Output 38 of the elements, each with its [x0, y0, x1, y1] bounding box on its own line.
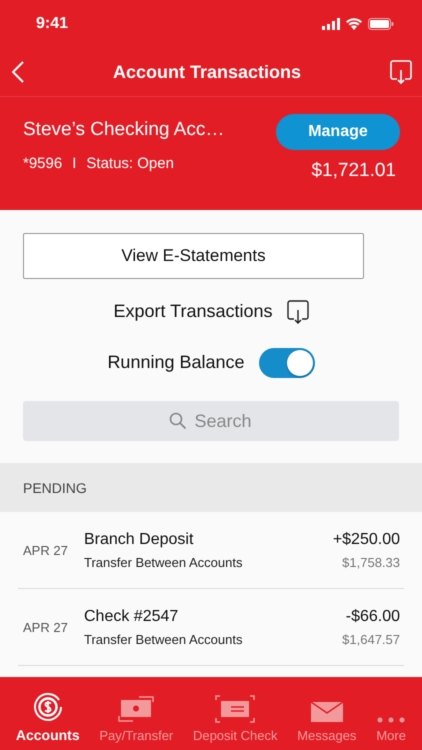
- section-header: PENDING: [0, 463, 422, 512]
- running-balance-toggle[interactable]: [258, 348, 315, 378]
- transaction-title: Branch Deposit: [84, 530, 194, 548]
- transaction-amount: -$66.00: [346, 608, 400, 626]
- transfer-icon: [117, 694, 156, 724]
- view-statements-button[interactable]: View E-Statements: [23, 233, 364, 279]
- tab[interactable]: Accounts: [16, 684, 80, 742]
- running-balance-label: Running Balance: [107, 352, 245, 373]
- envelope-icon: [310, 700, 344, 724]
- account-number: *9596: [23, 155, 62, 172]
- running-balance: $1,758.33: [342, 554, 400, 570]
- account-status: Status: Open: [86, 155, 174, 172]
- separator: I: [72, 155, 76, 172]
- running-balance: $1,647.57: [342, 632, 400, 646]
- dollar-circle-icon: [32, 690, 64, 722]
- manage-button[interactable]: Manage: [276, 114, 400, 150]
- back-icon[interactable]: [12, 61, 24, 83]
- export-icon[interactable]: [286, 300, 309, 324]
- search-field[interactable]: Search: [23, 401, 399, 441]
- transaction-row[interactable]: APR 27 Check #2547 Transfer Between Accounts -$66.00 $1,647.57: [18, 589, 404, 666]
- transaction-title: Check #2547: [84, 608, 180, 626]
- wifi-icon: [346, 18, 362, 30]
- export-label[interactable]: Export Transactions: [113, 301, 273, 322]
- transaction-subtitle: Transfer Between Accounts: [84, 554, 244, 570]
- battery-icon: [368, 18, 394, 30]
- transaction-date: APR 27: [22, 542, 69, 558]
- transaction-row[interactable]: APR 27 Branch Deposit Transfer Between Accounts +$250.00 $1,758.33: [18, 512, 404, 589]
- transaction-subtitle: Transfer Between Accounts: [84, 632, 244, 646]
- page-title: Account Transactions: [112, 62, 302, 82]
- transaction-amount: +$250.00: [332, 530, 400, 548]
- check-scan-icon: [214, 694, 256, 724]
- account-balance: $1,721.01: [311, 160, 397, 182]
- status-time: 9:41: [36, 15, 68, 33]
- more-icon: [376, 716, 406, 724]
- transaction-date: APR 27: [22, 620, 69, 634]
- account-name: Steve’s Checking Acc…: [23, 119, 224, 141]
- signal-icon: [322, 18, 340, 30]
- search-icon: [169, 412, 187, 430]
